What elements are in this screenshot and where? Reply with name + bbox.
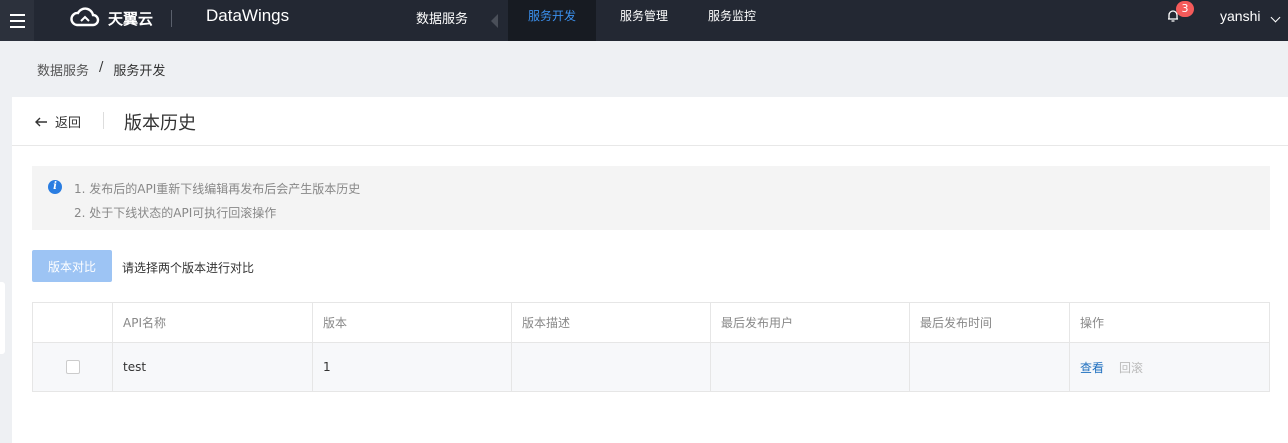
nav-section-data-service[interactable]: 数据服务 xyxy=(416,8,468,27)
breadcrumb-item-data-service[interactable]: 数据服务 xyxy=(37,60,89,79)
brand-name: 天翼云 xyxy=(108,9,154,28)
info-icon: i xyxy=(48,180,62,194)
tab-service-development[interactable]: 服务开发 xyxy=(508,0,596,41)
header-select-cell xyxy=(33,303,113,342)
cell-description xyxy=(512,343,711,391)
view-link[interactable]: 查看 xyxy=(1080,359,1104,376)
brand-divider xyxy=(171,10,172,27)
cell-last-user xyxy=(711,343,910,391)
breadcrumb-separator: / xyxy=(99,60,104,75)
cloud-logo-icon xyxy=(70,7,100,27)
column-header-version: 版本 xyxy=(313,303,512,342)
column-header-last-user: 最后发布用户 xyxy=(711,303,910,342)
page-title: 版本历史 xyxy=(124,113,196,134)
brand-logo[interactable]: 天翼云 xyxy=(68,7,153,29)
cell-api-name: test xyxy=(113,343,313,391)
column-header-description: 版本描述 xyxy=(512,303,711,342)
row-checkbox[interactable] xyxy=(65,360,80,374)
version-compare-button[interactable]: 版本对比 xyxy=(32,250,112,282)
menu-icon[interactable] xyxy=(0,0,34,41)
chevron-down-icon[interactable] xyxy=(1270,12,1281,23)
nav-arrow-icon xyxy=(491,14,498,28)
row-select-cell xyxy=(33,343,113,391)
rollback-link[interactable]: 回滚 xyxy=(1119,359,1143,376)
table-header: API名称 版本 版本描述 最后发布用户 最后发布时间 操作 xyxy=(33,303,1269,343)
tab-service-monitoring[interactable]: 服务监控 xyxy=(708,0,756,41)
table-row: test 1 查看 回滚 xyxy=(33,343,1269,391)
cell-actions: 查看 回滚 xyxy=(1070,343,1269,391)
arrow-left-icon xyxy=(35,117,47,126)
main-card: 返回 版本历史 i 1. 发布后的API重新下线编辑再发布后会产生版本历史 2.… xyxy=(12,97,1288,443)
breadcrumb-item-service-development: 服务开发 xyxy=(113,64,166,79)
info-notice: i 1. 发布后的API重新下线编辑再发布后会产生版本历史 2. 处于下线状态的… xyxy=(32,166,1270,230)
user-menu[interactable]: yanshi xyxy=(1220,8,1260,24)
tab-service-management[interactable]: 服务管理 xyxy=(620,0,668,41)
product-name[interactable]: DataWings xyxy=(206,6,289,26)
cell-last-time xyxy=(910,343,1070,391)
back-button[interactable]: 返回 xyxy=(34,112,81,131)
breadcrumb: 数据服务 / 服务开发 xyxy=(37,60,165,79)
title-underline xyxy=(12,145,1288,146)
notice-line-1: 1. 发布后的API重新下线编辑再发布后会产生版本历史 xyxy=(74,182,361,196)
notification-badge: 3 xyxy=(1176,1,1194,17)
top-navigation-bar: 天翼云 DataWings 数据服务 服务开发 服务管理 服务监控 3 yans… xyxy=(0,0,1288,41)
version-table: API名称 版本 版本描述 最后发布用户 最后发布时间 操作 test 1 查看… xyxy=(32,302,1270,392)
sidebar-collapse-handle[interactable] xyxy=(0,282,5,354)
column-header-actions: 操作 xyxy=(1080,316,1105,330)
column-header-api-name: API名称 xyxy=(113,303,313,342)
header-divider xyxy=(103,112,104,129)
column-header-last-time: 最后发布时间 xyxy=(910,303,1070,342)
compare-hint: 请选择两个版本进行对比 xyxy=(122,261,255,275)
back-label: 返回 xyxy=(55,116,82,131)
notice-line-2: 2. 处于下线状态的API可执行回滚操作 xyxy=(74,206,277,220)
cell-version: 1 xyxy=(313,343,512,391)
